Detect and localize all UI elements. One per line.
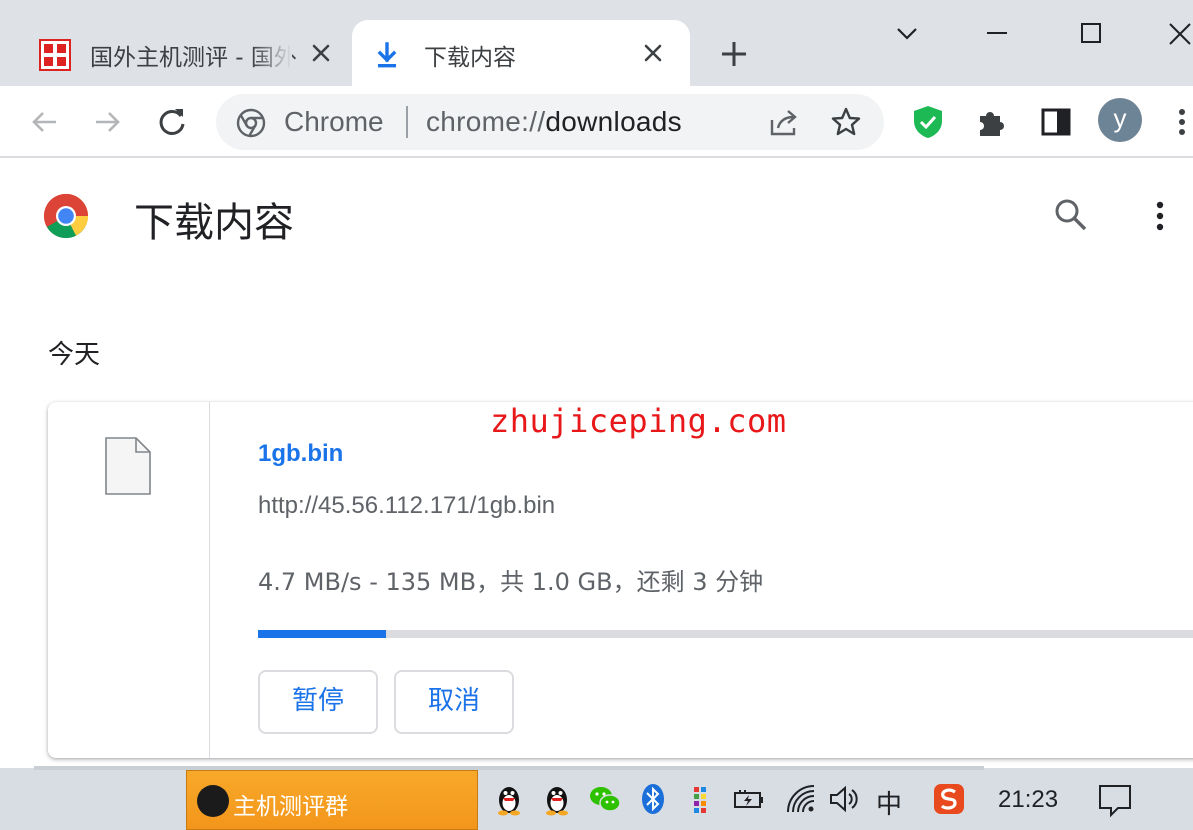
cancel-button[interactable]: 取消 (394, 670, 514, 734)
profile-avatar[interactable]: y (1098, 98, 1142, 142)
watermark-text: zhujiceping.com (490, 402, 787, 440)
file-icon-column (48, 402, 210, 758)
more-options-icon[interactable] (1148, 198, 1172, 234)
download-icon (377, 42, 397, 68)
close-icon[interactable] (310, 42, 332, 64)
chevron-down-icon[interactable] (892, 18, 922, 48)
close-window-icon[interactable] (1164, 18, 1193, 48)
search-icon[interactable] (1052, 196, 1090, 234)
chrome-icon (236, 108, 266, 138)
qq-penguin-icon[interactable] (540, 782, 574, 816)
app-logo-icon (197, 785, 229, 817)
toolbar: Chrome chrome://downloads y (0, 86, 1193, 158)
close-icon[interactable] (642, 42, 664, 64)
url-text[interactable]: chrome://downloads (426, 106, 682, 138)
file-name-link[interactable]: 1gb.bin (258, 440, 343, 468)
star-bookmark-icon[interactable] (830, 106, 862, 138)
qq-penguin-icon[interactable] (492, 782, 526, 816)
tab-zhujiceping[interactable]: 国外主机测评 - 国外 (20, 20, 350, 86)
address-bar[interactable]: Chrome chrome://downloads (216, 94, 884, 150)
sogou-input-icon[interactable] (932, 782, 966, 816)
file-icon (105, 437, 151, 495)
side-panel-icon[interactable] (1038, 104, 1074, 140)
minimize-icon[interactable] (982, 18, 1012, 48)
bluetooth-icon[interactable] (636, 782, 670, 816)
date-heading: 今天 (48, 340, 101, 370)
download-item-card: 1gb.bin http://45.56.112.171/1gb.bin 4.7… (48, 402, 1193, 758)
url-host: downloads (545, 106, 682, 137)
volume-icon[interactable] (828, 782, 862, 816)
source-url-link[interactable]: http://45.56.112.171/1gb.bin (258, 492, 555, 520)
tab-downloads[interactable]: 下载内容 (352, 20, 690, 86)
tab-title-fade (252, 30, 292, 74)
forward-icon[interactable] (90, 104, 126, 140)
share-icon[interactable] (768, 106, 800, 138)
url-scheme: chrome:// (426, 106, 546, 137)
reload-icon[interactable] (154, 104, 190, 140)
page-title: 下载内容 (134, 200, 294, 246)
red-seal-icon (39, 39, 71, 71)
tab-title: 下载内容 (424, 45, 516, 71)
download-status: 4.7 MB/s - 135 MB，共 1.0 GB，还剩 3 分钟 (258, 568, 764, 596)
omnibox-chip-label: Chrome (284, 106, 384, 137)
omnibox-separator (406, 106, 408, 138)
pause-button[interactable]: 暂停 (258, 670, 378, 734)
chrome-logo-icon (43, 193, 89, 239)
tab-strip: 国外主机测评 - 国外 下载内容 (0, 0, 1193, 86)
taskbar-app-button[interactable]: 主机测评群 (186, 770, 478, 830)
puzzle-icon[interactable] (974, 104, 1010, 140)
color-grid-icon[interactable] (684, 782, 718, 816)
progress-fill (258, 630, 387, 638)
back-icon[interactable] (26, 104, 62, 140)
new-tab-plus-icon[interactable] (718, 38, 750, 70)
maximize-icon[interactable] (1076, 18, 1106, 48)
vertical-dots-icon[interactable] (1170, 104, 1190, 140)
battery-charging-icon[interactable] (732, 782, 766, 816)
ime-indicator[interactable]: 中 (876, 784, 902, 821)
progress-bar (258, 630, 1193, 638)
shield-check-icon[interactable] (910, 104, 946, 140)
taskbar-edge (34, 766, 984, 770)
wechat-icon[interactable] (588, 782, 622, 816)
clock[interactable]: 21:23 (998, 786, 1058, 814)
taskbar-app-label: 主机测评群 (233, 794, 348, 820)
notification-icon[interactable] (1096, 782, 1134, 818)
wifi-icon[interactable] (784, 782, 818, 816)
